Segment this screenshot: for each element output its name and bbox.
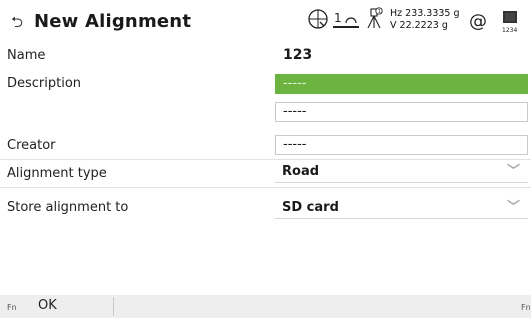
divider (0, 187, 531, 188)
softkey-divider (113, 297, 114, 316)
softkey-bar: Fn OK Fn (0, 295, 531, 318)
chevron-down-icon: ﹀ (506, 164, 520, 179)
tripod-instrument-icon[interactable]: 1 (364, 6, 384, 32)
description-field-line1[interactable]: ----- (275, 74, 528, 94)
name-label: Name (7, 48, 46, 63)
alignment-type-value: Road (282, 164, 320, 179)
ok-button[interactable]: OK (38, 298, 57, 313)
creator-field[interactable]: ----- (275, 135, 528, 155)
store-alignment-label: Store alignment to (7, 200, 129, 215)
store-alignment-value: SD card (282, 200, 339, 215)
hz-angle: Hz 233.3335 g (390, 8, 460, 19)
store-alignment-row: Store alignment to SD card ﹀ (0, 199, 531, 221)
page-title: New Alignment (34, 11, 192, 32)
angle-readout: Hz 233.3335 g V 22.2223 g (390, 8, 460, 32)
v-angle: V 22.2223 g (390, 20, 448, 31)
description-label: Description (7, 76, 82, 91)
back-arrow-icon[interactable]: ⮌ (11, 12, 23, 37)
name-field[interactable]: 123 (275, 46, 528, 66)
prism-icon[interactable]: 1 (333, 9, 359, 31)
battery-icon[interactable] (502, 9, 518, 25)
divider (0, 159, 531, 160)
alignment-type-row: Alignment type Road ﹀ (0, 163, 531, 185)
description-field-line2[interactable]: ----- (275, 102, 528, 122)
store-alignment-select[interactable]: SD card ﹀ (275, 199, 528, 219)
creator-row: Creator ----- (0, 135, 531, 157)
at-icon[interactable]: @ (469, 11, 487, 32)
alignment-type-select[interactable]: Road ﹀ (275, 163, 528, 183)
fn-key-left[interactable]: Fn (7, 303, 17, 312)
creator-label: Creator (7, 138, 56, 153)
description-row: Description ----- ----- (0, 74, 531, 134)
alignment-type-label: Alignment type (7, 166, 107, 181)
title-bar: ⮌ New Alignment 1 1 Hz 233.3335 g V 22.2… (0, 0, 531, 44)
fn-key-right[interactable]: Fn (521, 303, 531, 312)
prism-number: 1 (334, 11, 342, 25)
battery-label: 1234 (502, 27, 518, 34)
target-crosshair-icon[interactable] (307, 8, 329, 30)
chevron-down-icon: ﹀ (506, 200, 520, 215)
name-row: Name 123 (0, 46, 531, 68)
svg-text:1: 1 (378, 9, 381, 15)
